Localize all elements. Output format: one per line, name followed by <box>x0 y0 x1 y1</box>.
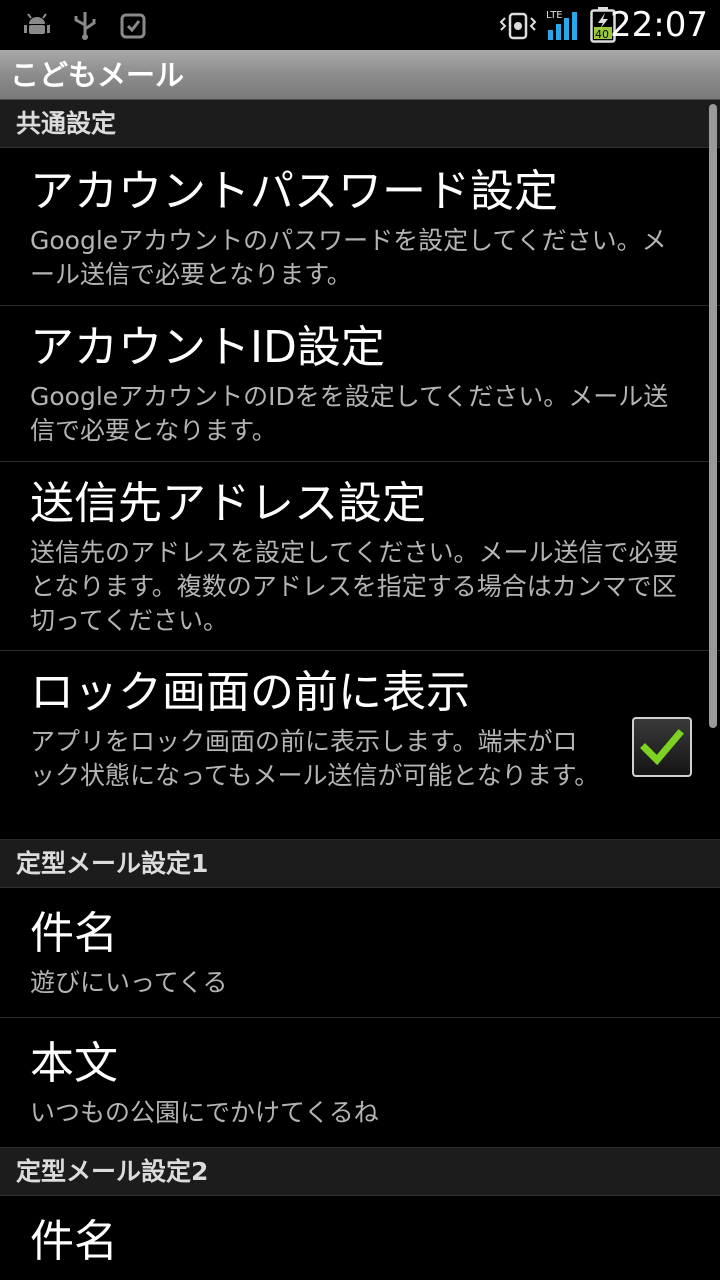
preference-list[interactable]: 共通設定 アカウントパスワード設定 Googleアカウントのパスワードを設定して… <box>0 100 720 1280</box>
category-template2: 定型メール設定2 <box>0 1148 720 1196</box>
pref-lockscreen-display[interactable]: ロック画面の前に表示 アプリをロック画面の前に表示します。端末がロック状態になっ… <box>0 651 720 840</box>
category-header: 定型メール設定2 <box>16 1157 209 1186</box>
pref-summary: アプリをロック画面の前に表示します。端末がロック状態になってもメール送信が可能と… <box>30 727 600 790</box>
scrollbar[interactable] <box>709 104 717 728</box>
alarm-icon <box>116 8 150 42</box>
pref-title: アカウントID設定 <box>30 322 385 373</box>
pref-template1-body[interactable]: 本文 いつもの公園にでかけてくるね <box>0 1018 720 1148</box>
pref-title: 件名 <box>30 1216 118 1267</box>
category-header: 定型メール設定1 <box>16 849 209 878</box>
battery-level: 40 <box>595 28 609 41</box>
title-bar: こどもメール <box>0 50 720 100</box>
network-label: LTE <box>546 10 563 21</box>
pref-title: 件名 <box>30 908 118 959</box>
vibrate-icon <box>498 8 538 42</box>
category-header: 共通設定 <box>16 109 117 138</box>
pref-title: 送信先アドレス設定 <box>30 478 426 529</box>
pref-destination-address[interactable]: 送信先アドレス設定 送信先のアドレスを設定してください。メール送信で必要となりま… <box>0 462 720 651</box>
status-bar: LTE 40 22:07 <box>0 0 720 50</box>
lte-signal-icon: LTE <box>544 8 582 42</box>
category-template1: 定型メール設定1 <box>0 840 720 888</box>
pref-account-password[interactable]: アカウントパスワード設定 Googleアカウントのパスワードを設定してください。… <box>0 148 720 306</box>
pref-summary: 遊びにいってくる <box>30 968 228 997</box>
pref-template2-subject[interactable]: 件名 <box>0 1196 720 1280</box>
lockscreen-checkbox[interactable] <box>632 717 692 777</box>
pref-summary: GoogleアカウントのIDをを設定してください。メール送信で必要となります。 <box>30 382 669 445</box>
pref-summary: 送信先のアドレスを設定してください。メール送信で必要となります。複数のアドレスを… <box>30 538 679 635</box>
pref-account-id[interactable]: アカウントID設定 GoogleアカウントのIDをを設定してください。メール送信… <box>0 306 720 462</box>
pref-title: アカウントパスワード設定 <box>30 166 558 217</box>
category-common: 共通設定 <box>0 100 720 148</box>
check-icon <box>640 729 684 766</box>
pref-template1-subject[interactable]: 件名 遊びにいってくる <box>0 888 720 1018</box>
app-title: こどもメール <box>10 58 185 92</box>
status-time: 22:07 <box>610 5 708 45</box>
pref-summary: いつもの公園にでかけてくるね <box>30 1098 379 1127</box>
usb-icon <box>68 8 102 42</box>
pref-summary: Googleアカウントのパスワードを設定してください。メール送信で必要となります… <box>30 226 667 289</box>
pref-title: 本文 <box>30 1038 118 1089</box>
android-debug-icon <box>20 8 54 42</box>
pref-title: ロック画面の前に表示 <box>30 667 470 718</box>
